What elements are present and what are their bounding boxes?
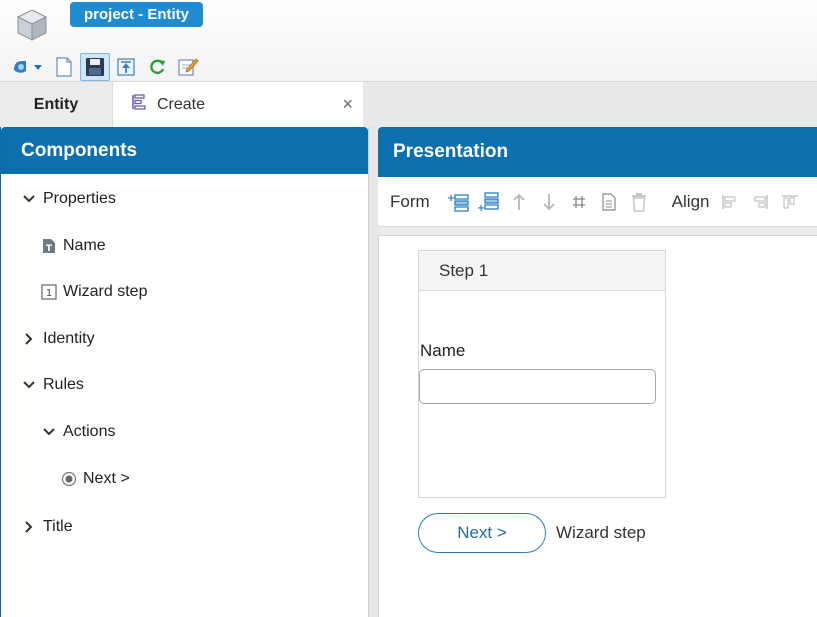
tree-item-label: Next > [83,470,130,487]
delete-icon[interactable] [624,188,654,216]
tree-item-actions[interactable]: Actions [39,420,115,444]
tree-item-label: Properties [43,190,116,207]
project-title-tab[interactable]: project - Entity [70,2,204,27]
chevron-down-icon[interactable] [19,194,39,204]
tree-item-name[interactable]: T Name [41,234,106,258]
move-up-icon[interactable] [504,188,534,216]
svg-text:1: 1 [46,288,52,299]
tree-item-title[interactable]: Title [19,515,73,539]
document-properties-icon[interactable] [594,188,624,216]
tree-item-properties[interactable]: Properties [19,187,116,211]
chevron-down-icon[interactable] [39,427,59,437]
main-toolbar [8,52,204,82]
title-bar: project - Entity [0,0,817,82]
tree-item-wizard-step[interactable]: 1 Wizard step [41,280,147,304]
align-top-icon[interactable] [775,188,805,216]
close-tab-icon[interactable]: × [342,94,353,114]
form-layout-icon [131,93,147,116]
dropdown-icon[interactable] [8,53,48,81]
tree-item-label: Actions [63,423,116,440]
components-header: Components [1,127,368,174]
name-input[interactable] [419,369,656,404]
tab-create-label: Create [157,95,206,113]
tree-item-rules[interactable]: Rules [19,373,84,397]
align-left-icon[interactable] [715,188,745,216]
tree-item-identity[interactable]: Identity [19,327,95,351]
name-field-label: Name [420,341,466,360]
form-canvas[interactable]: Step 1 Name Next > Wizard step [378,235,817,617]
edit-icon[interactable] [173,53,203,81]
components-panel: Components Properties T Name 1 Wizard st… [0,127,369,617]
svg-text:+: + [448,193,455,204]
tab-create[interactable]: Create × [113,82,363,127]
align-right-icon[interactable] [745,188,775,216]
tree-item-label: Title [43,518,73,535]
tab-entity[interactable]: Entity [0,82,113,127]
radio-icon [61,471,77,487]
tab-entity-label: Entity [33,95,79,113]
tree-item-label: Rules [43,376,84,393]
align-label: Align [671,191,710,211]
presentation-panel: Presentation Form + + Align Step 1 Name … [378,127,817,617]
text-field-icon: T [41,238,57,254]
step-number-icon: 1 [41,284,57,300]
panel-splitter[interactable] [369,127,378,617]
wizard-step-container[interactable]: Step 1 Name [418,250,666,498]
presentation-header: Presentation [378,127,817,177]
grid-icon[interactable] [564,188,594,216]
chevron-down-icon[interactable] [19,380,39,390]
app-cube-icon [16,8,48,42]
chevron-right-icon[interactable] [19,520,39,534]
new-document-icon[interactable] [49,53,79,81]
tree-item-next[interactable]: Next > [61,467,130,491]
insert-row-below-icon[interactable]: + [474,188,504,216]
next-button[interactable]: Next > [418,513,546,553]
insert-row-above-icon[interactable]: + [444,188,474,216]
svg-text:+: + [478,203,485,212]
tree-item-label: Identity [43,330,95,347]
refresh-icon[interactable] [142,53,172,81]
wizard-step-label: Wizard step [556,523,646,542]
save-icon[interactable] [80,53,110,81]
presentation-toolbar: Form + + Align [378,177,817,227]
step-title[interactable]: Step 1 [419,251,665,291]
svg-text:T: T [46,244,53,254]
move-down-icon[interactable] [534,188,564,216]
export-icon[interactable] [111,53,141,81]
chevron-right-icon[interactable] [19,332,39,346]
form-label: Form [390,191,430,211]
tree-item-label: Wizard step [63,283,148,300]
tree-item-label: Name [63,237,106,254]
document-tab-strip: Entity Create × [0,82,817,127]
